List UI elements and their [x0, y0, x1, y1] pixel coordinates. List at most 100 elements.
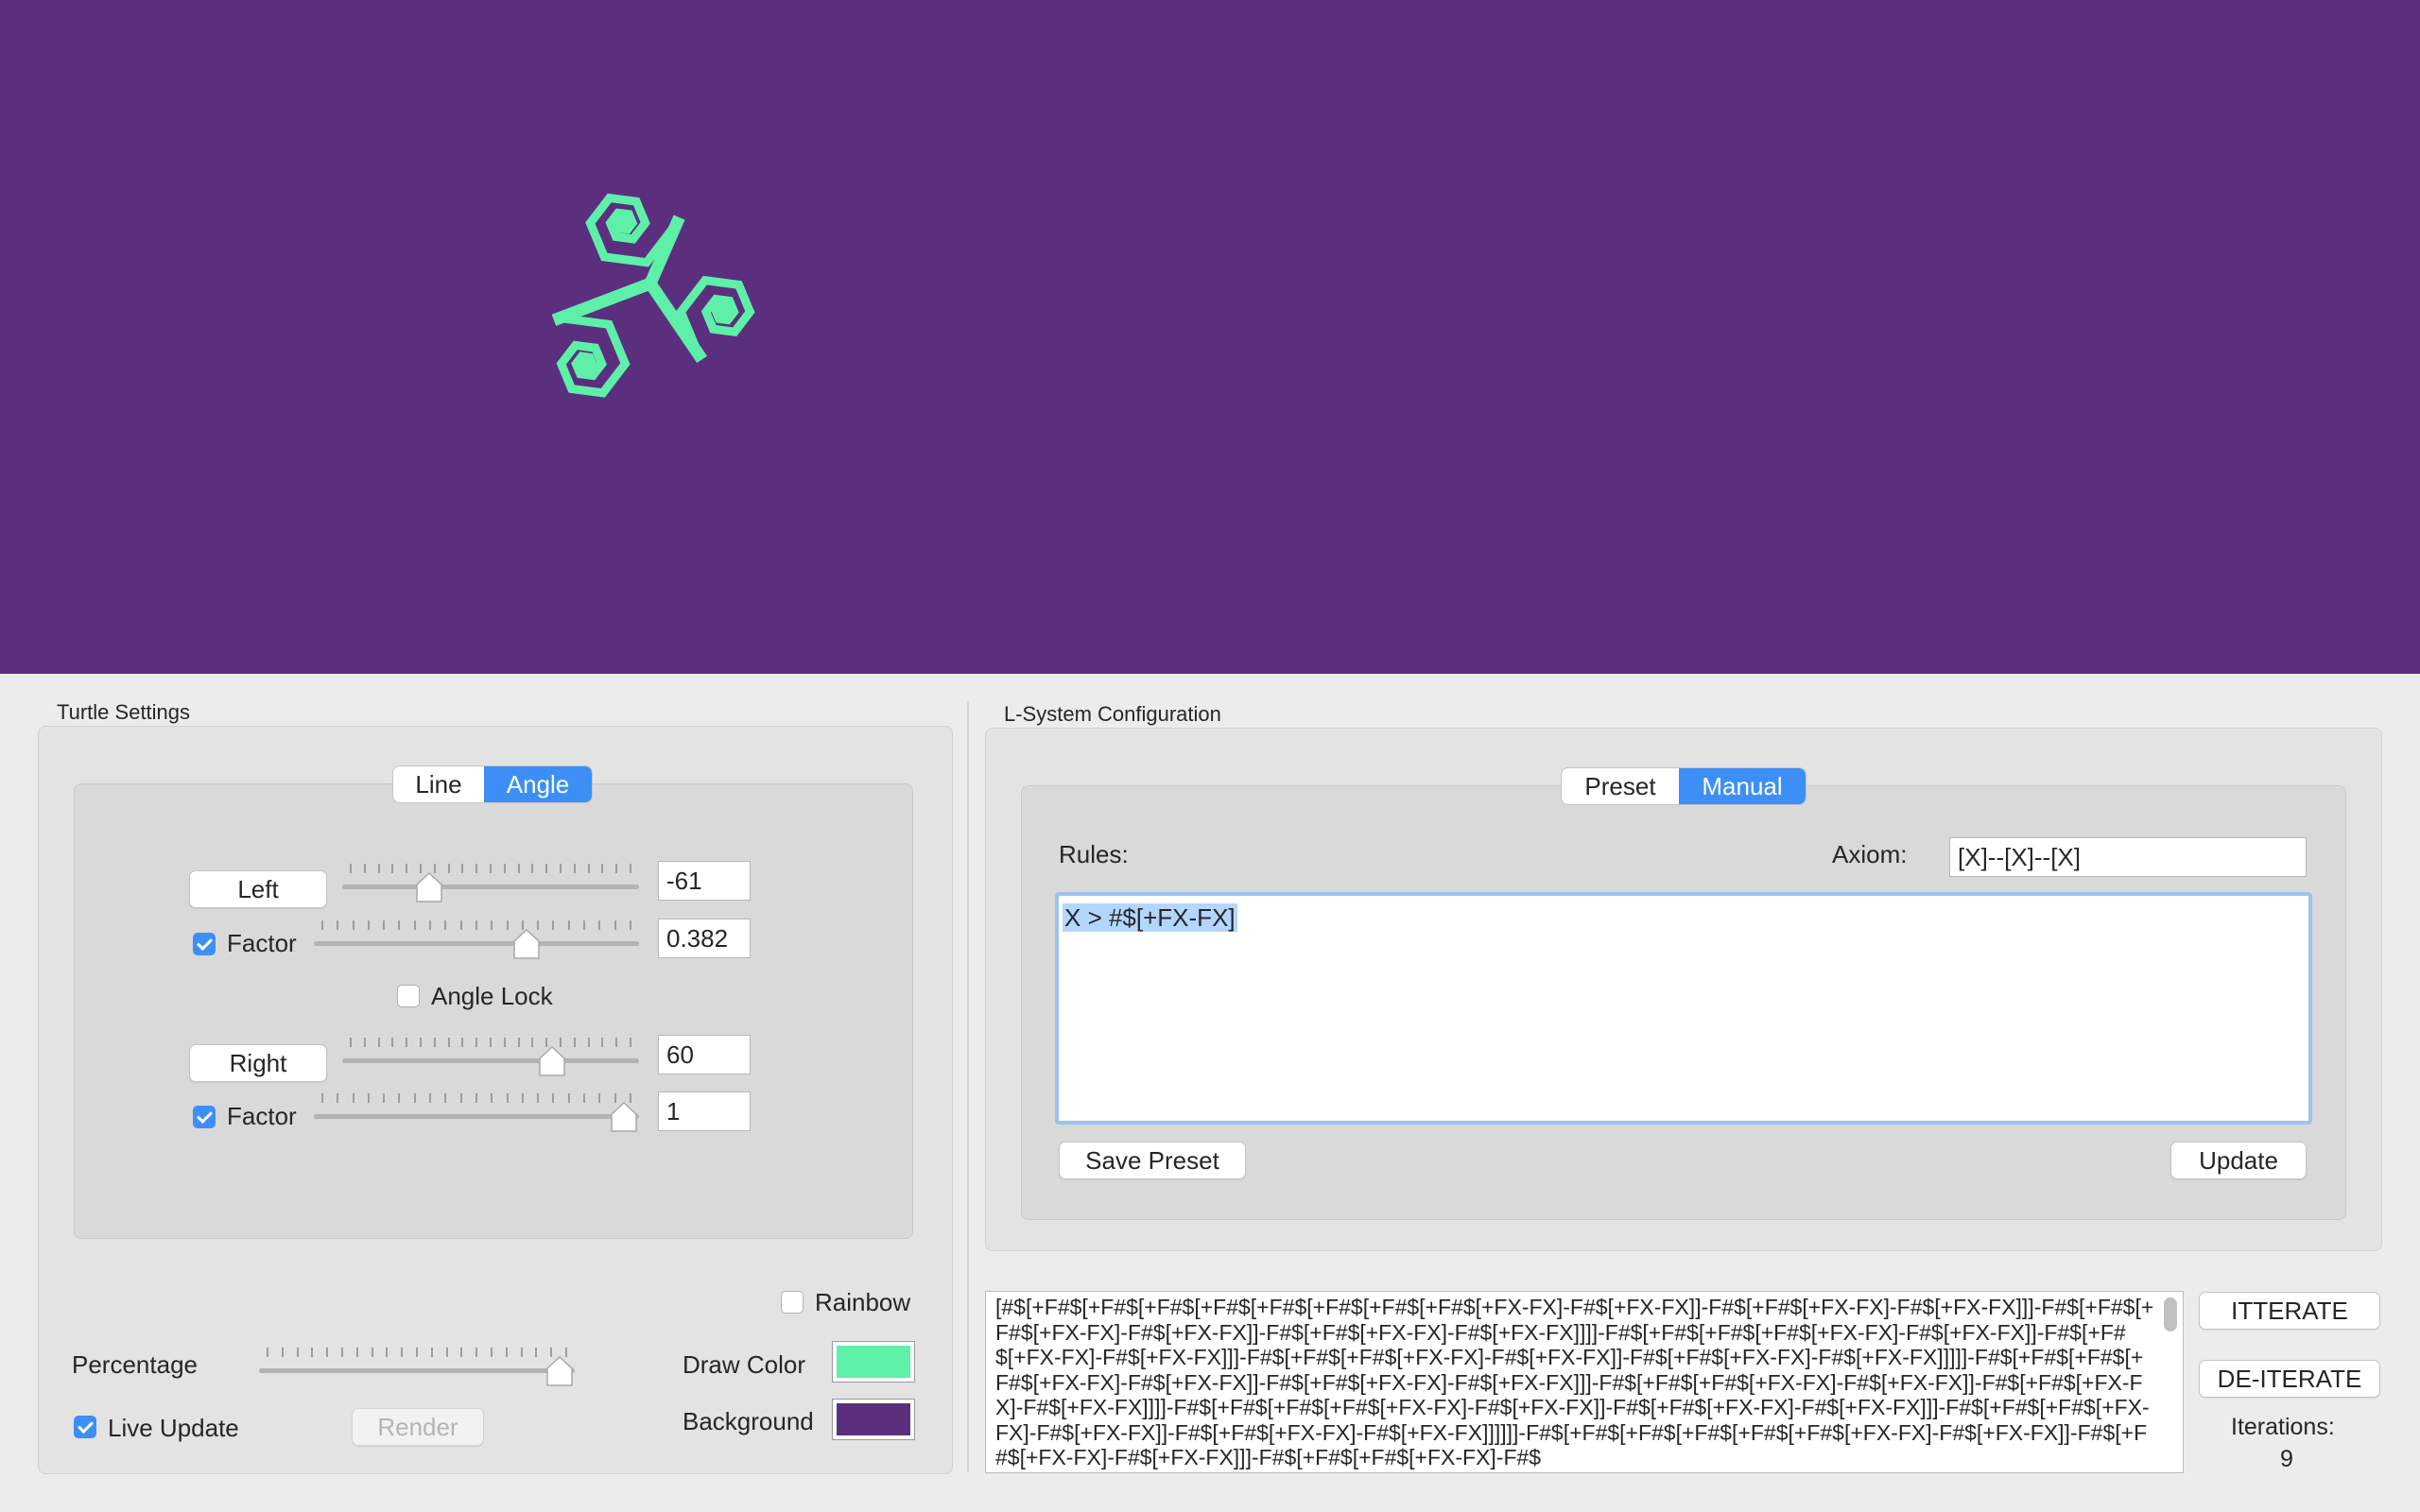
draw-color-label: Draw Color [683, 1350, 806, 1379]
slider-knob[interactable] [415, 871, 443, 903]
slider-tick [552, 1093, 555, 1103]
slider-tick [433, 1038, 436, 1047]
percentage-slider[interactable] [259, 1348, 575, 1387]
draw-color-well[interactable] [832, 1341, 915, 1383]
right-factor-checkbox[interactable] [193, 1106, 216, 1128]
slider-tick [535, 1348, 538, 1357]
slider-tick [444, 1093, 447, 1103]
slider-tick [350, 864, 352, 873]
rules-label: Rules: [1059, 840, 1129, 868]
live-update-checkbox[interactable] [74, 1416, 96, 1438]
slider-tick [475, 920, 477, 930]
left-angle-field[interactable]: -61 [658, 861, 751, 901]
slider-tick [506, 1093, 509, 1103]
slider-tick [340, 1348, 343, 1357]
right-factor-label: Factor [227, 1102, 297, 1130]
right-angle-field[interactable]: 60 [658, 1035, 751, 1074]
slider-tick [267, 1348, 268, 1357]
slider-tick [459, 1093, 462, 1103]
output-scrollbar[interactable] [2164, 1297, 2177, 1332]
turtle-settings-title: Turtle Settings [57, 700, 191, 724]
right-button[interactable]: Right [189, 1044, 327, 1082]
slider-knob[interactable] [610, 1101, 638, 1133]
slider-tick [506, 920, 509, 930]
axiom-label: Axiom: [1832, 840, 1908, 868]
angle-settings-panel [74, 783, 913, 1239]
slider-tick [489, 864, 492, 873]
left-angle-slider[interactable] [342, 864, 639, 902]
segment-line[interactable]: Line [393, 766, 484, 802]
left-factor-checkbox[interactable] [193, 933, 216, 955]
left-factor-label: Factor [227, 929, 297, 957]
axiom-field[interactable]: [X]--[X]--[X] [1949, 837, 2307, 877]
slider-tick [489, 1038, 492, 1047]
slider-tick [587, 1038, 590, 1047]
right-factor-slider[interactable] [314, 1093, 639, 1133]
slider-tick [505, 1348, 508, 1357]
background-color-swatch [837, 1403, 910, 1435]
slider-tick [461, 864, 464, 873]
slider-tick [520, 1348, 523, 1357]
slider-tick [321, 920, 323, 930]
background-color-well[interactable] [832, 1399, 915, 1440]
iterate-button[interactable]: ITTERATE [2199, 1292, 2380, 1330]
slider-tick [503, 1038, 506, 1047]
slider-tick [391, 1038, 394, 1047]
deiterate-button[interactable]: DE-ITERATE [2199, 1360, 2380, 1398]
slider-tick [367, 920, 370, 930]
slider-knob[interactable] [538, 1045, 566, 1077]
slider-tick [517, 864, 520, 873]
slider-tick [311, 1348, 314, 1357]
triskelion-drawing [551, 193, 755, 398]
rainbow-label: Rainbow [815, 1288, 911, 1316]
slider-tick [567, 920, 570, 930]
save-preset-button[interactable]: Save Preset [1059, 1142, 1246, 1179]
right-factor-field[interactable]: 1 [658, 1091, 751, 1131]
left-button[interactable]: Left [189, 870, 327, 908]
slider-tick [355, 1348, 358, 1357]
slider-tick [491, 1093, 493, 1103]
slider-tick [601, 864, 604, 873]
slider-tick [415, 1348, 418, 1357]
left-factor-field[interactable]: 0.382 [658, 919, 751, 958]
slider-tick [598, 920, 601, 930]
slider-tick [350, 1038, 352, 1047]
right-angle-slider[interactable] [342, 1038, 639, 1077]
slider-tick [401, 1348, 404, 1357]
slider-tick [430, 1348, 433, 1357]
update-button[interactable]: Update [2170, 1142, 2307, 1179]
iterations-count: 9 [2280, 1446, 2293, 1472]
segment-angle[interactable]: Angle [484, 766, 592, 802]
rainbow-checkbox[interactable] [781, 1291, 804, 1314]
slider-tick [517, 1038, 520, 1047]
slider-tick [296, 1348, 299, 1357]
segment-preset[interactable]: Preset [1562, 768, 1679, 804]
slider-knob[interactable] [512, 928, 541, 960]
segment-manual[interactable]: Manual [1679, 768, 1806, 804]
slider-tick [377, 1038, 380, 1047]
lsystem-output-text[interactable]: [#$[+F#$[+F#$[+F#$[+F#$[+F#$[+F#$[+F#$[+… [985, 1291, 2184, 1473]
live-update-label: Live Update [108, 1414, 239, 1442]
slider-tick [367, 1093, 370, 1103]
angle-lock-checkbox[interactable] [397, 985, 420, 1007]
slider-tick [326, 1348, 329, 1357]
render-button[interactable]: Render [352, 1408, 484, 1446]
rules-text-area[interactable]: X > #$[+FX-FX] [1055, 892, 2312, 1125]
left-factor-slider[interactable] [314, 920, 639, 960]
slider-tick [503, 864, 506, 873]
slider-tick [391, 864, 394, 873]
slider-tick [531, 864, 534, 873]
slider-tick [398, 920, 401, 930]
slider-tick [459, 920, 462, 930]
slider-knob[interactable] [545, 1355, 574, 1387]
turtle-mode-segmented-control: Line Angle [393, 766, 592, 802]
slider-tick [531, 1038, 534, 1047]
slider-tick [552, 920, 555, 930]
slider-tick [419, 1038, 422, 1047]
background-color-label: Background [683, 1407, 814, 1435]
spiral-stroke [551, 275, 659, 326]
slider-tick [475, 1038, 478, 1047]
slider-tick [598, 1093, 601, 1103]
slider-tick [461, 1038, 464, 1047]
slider-tick [475, 1093, 477, 1103]
